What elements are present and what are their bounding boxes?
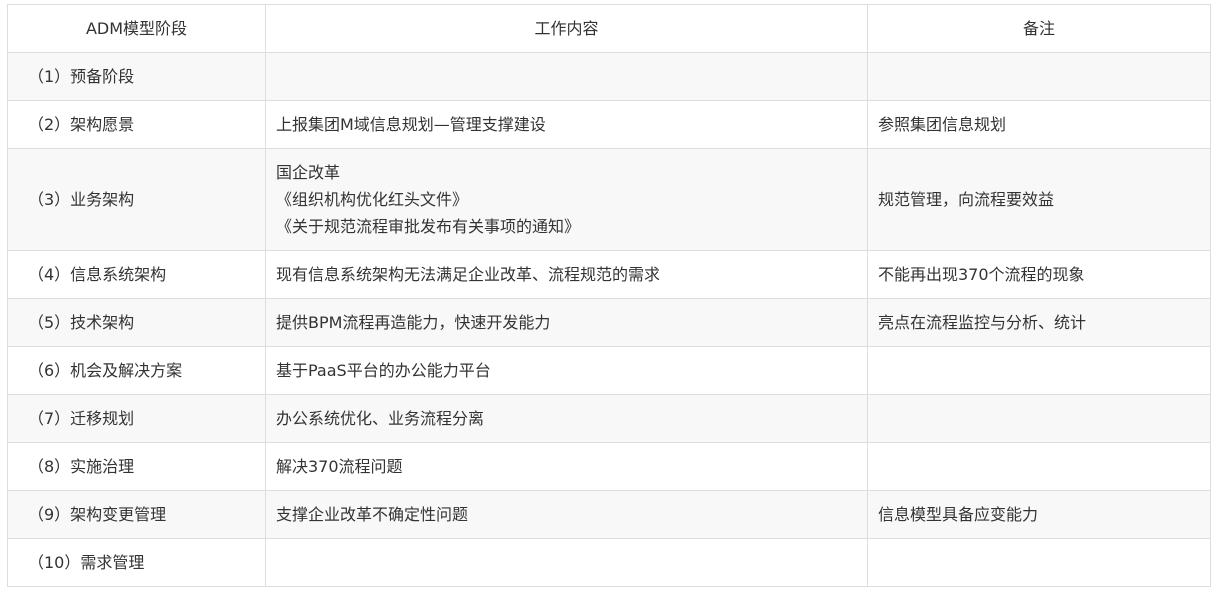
table-row: （4）信息系统架构 现有信息系统架构无法满足企业改革、流程规范的需求 不能再出现37… [7,250,1211,299]
note-cell: 不能再出现370个流程的现象 [867,250,1211,299]
work-line: 国企改革 [276,163,341,182]
stage-cell: （8）实施治理 [7,442,266,491]
adm-table: ADM模型阶段 工作内容 备注 （1）预备阶段 （2）架构愿景 上报集团M域信息规划… [7,4,1211,587]
note-cell [867,346,1211,395]
table-body: （1）预备阶段 （2）架构愿景 上报集团M域信息规划—管理支撑建设 参照集团信息规划（… [7,52,1211,587]
stage-cell: （6）机会及解决方案 [7,346,266,395]
work-cell: 基于PaaS平台的办公能力平台 [265,346,868,395]
table-row: （6）机会及解决方案 基于PaaS平台的办公能力平台 [7,346,1211,395]
work-line: 解决370流程问题 [276,457,403,476]
work-cell: 支撑企业改革不确定性问题 [265,490,868,539]
table-row: （2）架构愿景 上报集团M域信息规划—管理支撑建设 参照集团信息规划 [7,100,1211,149]
work-cell: 解决370流程问题 [265,442,868,491]
note-cell: 亮点在流程监控与分析、统计 [867,298,1211,347]
note-cell [867,538,1211,587]
work-line: 上报集团M域信息规划—管理支撑建设 [276,115,546,134]
table-row: （8）实施治理 解决370流程问题 [7,442,1211,491]
note-cell: 参照集团信息规划 [867,100,1211,149]
work-line: 办公系统优化、业务流程分离 [276,409,485,428]
table-row: （5）技术架构 提供BPM流程再造能力，快速开发能力 亮点在流程监控与分析、统计 [7,298,1211,347]
stage-cell: （10）需求管理 [7,538,266,587]
work-line: 《关于规范流程审批发布有关事项的通知》 [276,217,581,236]
stage-cell: （2）架构愿景 [7,100,266,149]
stage-cell: （4）信息系统架构 [7,250,266,299]
table-row: （10）需求管理 [7,538,1211,587]
note-cell: 规范管理，向流程要效益 [867,148,1211,251]
note-cell [867,442,1211,491]
header-stage: ADM模型阶段 [7,4,266,53]
table-row: （3）业务架构 国企改革《组织机构优化红头文件》《关于规范流程审批发布有关事项的通… [7,148,1211,251]
work-cell [265,538,868,587]
table-row: （7）迁移规划 办公系统优化、业务流程分离 [7,394,1211,443]
work-line: 提供BPM流程再造能力，快速开发能力 [276,313,551,332]
work-cell: 提供BPM流程再造能力，快速开发能力 [265,298,868,347]
work-cell [265,52,868,101]
work-cell: 现有信息系统架构无法满足企业改革、流程规范的需求 [265,250,868,299]
stage-cell: （5）技术架构 [7,298,266,347]
stage-cell: （3）业务架构 [7,148,266,251]
work-line: 基于PaaS平台的办公能力平台 [276,361,491,380]
stage-cell: （9）架构变更管理 [7,490,266,539]
header-work: 工作内容 [265,4,868,53]
work-line: 现有信息系统架构无法满足企业改革、流程规范的需求 [276,265,661,284]
work-cell: 国企改革《组织机构优化红头文件》《关于规范流程审批发布有关事项的通知》 [265,148,868,251]
table-header-row: ADM模型阶段 工作内容 备注 [7,4,1211,53]
header-note: 备注 [867,4,1211,53]
note-cell [867,52,1211,101]
table-row: （9）架构变更管理 支撑企业改革不确定性问题 信息模型具备应变能力 [7,490,1211,539]
stage-cell: （7）迁移规划 [7,394,266,443]
work-cell: 上报集团M域信息规划—管理支撑建设 [265,100,868,149]
note-cell [867,394,1211,443]
table-row: （1）预备阶段 [7,52,1211,101]
note-cell: 信息模型具备应变能力 [867,490,1211,539]
stage-cell: （1）预备阶段 [7,52,266,101]
work-line: 《组织机构优化红头文件》 [276,190,469,209]
work-cell: 办公系统优化、业务流程分离 [265,394,868,443]
work-line: 支撑企业改革不确定性问题 [276,505,469,524]
